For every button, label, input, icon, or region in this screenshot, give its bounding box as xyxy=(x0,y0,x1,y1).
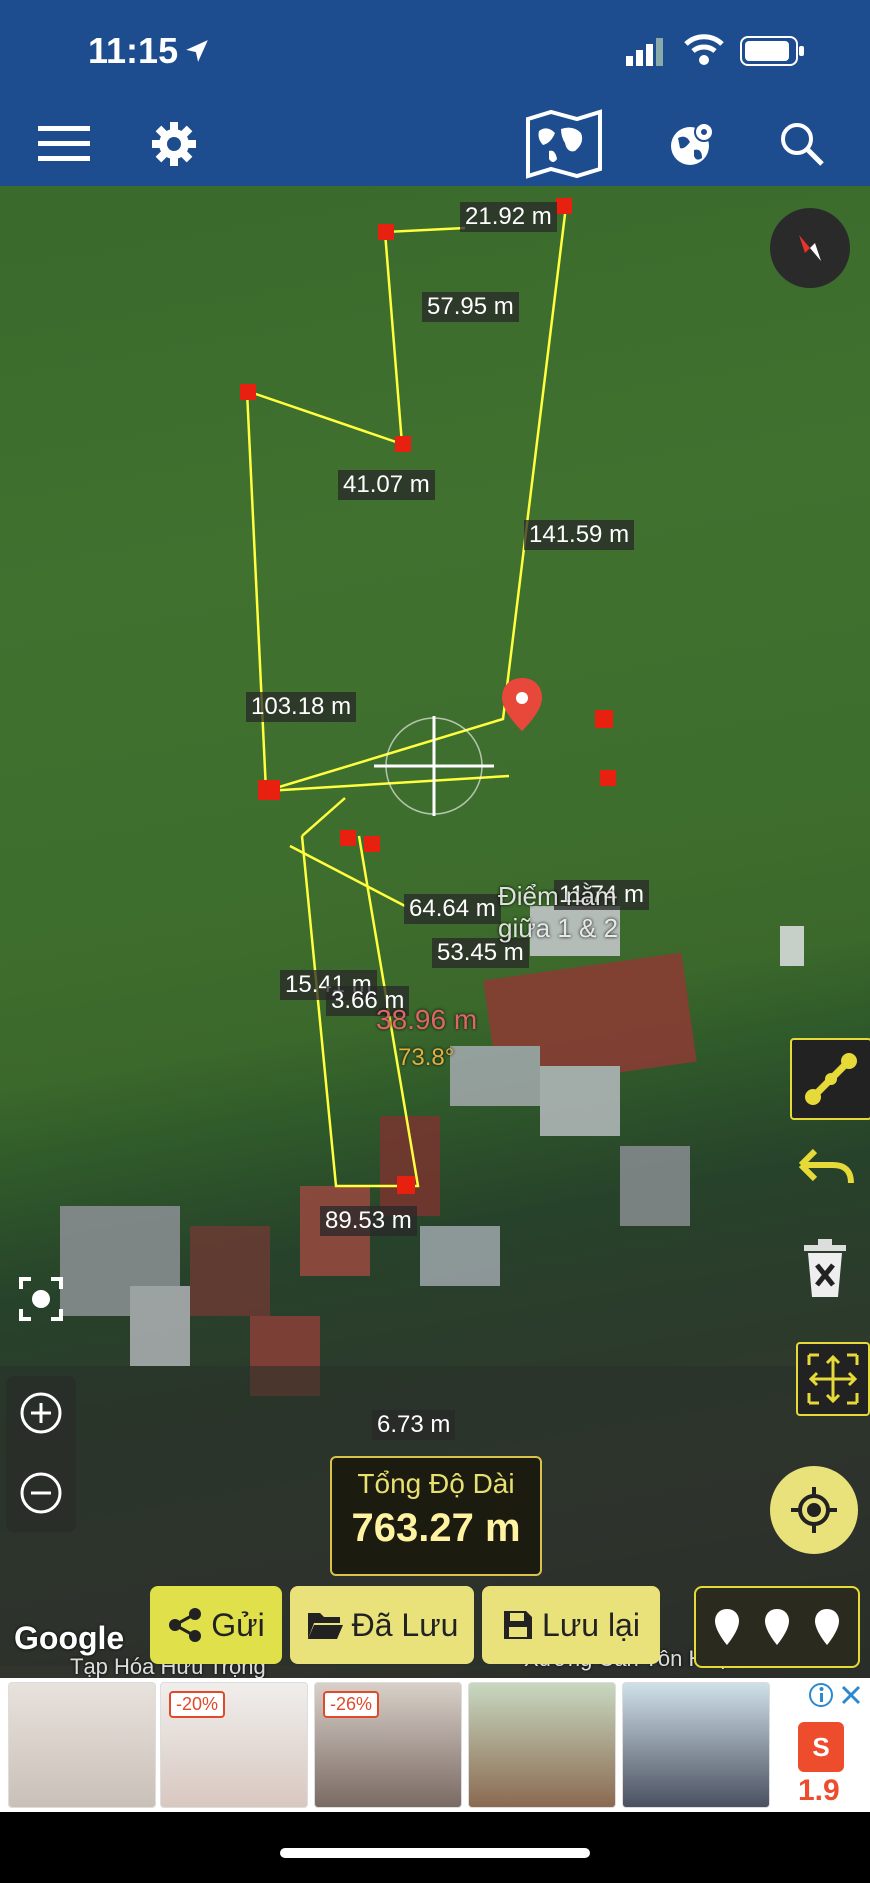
ad-banner[interactable]: -20% -26% S 1.9 xyxy=(0,1678,870,1812)
compass-button[interactable] xyxy=(770,208,850,288)
wifi-icon xyxy=(684,34,724,65)
segment-label: 21.92 m xyxy=(460,202,557,232)
saved-label: Đã Lưu xyxy=(351,1606,459,1643)
home-indicator-area xyxy=(0,1812,870,1883)
search-button[interactable] xyxy=(772,114,832,174)
my-location-button[interactable] xyxy=(770,1466,858,1554)
send-button[interactable]: Gửi xyxy=(150,1586,282,1664)
floppy-disk-icon xyxy=(504,1611,533,1639)
focus-frame-icon xyxy=(19,1277,63,1321)
undo-button[interactable] xyxy=(790,1134,860,1204)
share-icon xyxy=(169,1608,202,1642)
total-length-panel: Tổng Độ Dài 763.27 m xyxy=(330,1456,542,1576)
map-terrain xyxy=(0,198,870,1666)
ad-product-image[interactable] xyxy=(468,1682,616,1808)
plus-icon xyxy=(20,1392,62,1434)
points-button[interactable] xyxy=(694,1586,860,1668)
folder-icon xyxy=(307,1613,343,1639)
segment-label: 41.07 m xyxy=(338,470,435,500)
expand-arrows-icon xyxy=(807,1353,859,1405)
search-icon xyxy=(781,123,824,166)
segment-label: 89.53 m xyxy=(320,1206,417,1236)
discount-badge: -26% xyxy=(323,1691,380,1718)
undo-icon xyxy=(798,1148,854,1184)
signal-icon xyxy=(626,38,663,66)
world-map-icon xyxy=(526,109,602,179)
compass-icon xyxy=(799,235,821,261)
status-bar: 11:15 xyxy=(0,0,870,100)
live-angle-label: 73.8° xyxy=(398,1044,455,1071)
menu-button[interactable] xyxy=(34,114,94,174)
focus-button[interactable] xyxy=(6,1266,76,1332)
segment-label: 103.18 m xyxy=(246,692,357,722)
location-arrow-icon xyxy=(186,40,208,62)
globe-button[interactable] xyxy=(662,114,722,174)
trash-icon xyxy=(804,1239,846,1297)
saved-button[interactable]: Đã Lưu xyxy=(290,1586,474,1664)
zoom-in-button[interactable] xyxy=(6,1378,76,1448)
ad-close-icon[interactable] xyxy=(840,1684,862,1706)
zoom-out-button[interactable] xyxy=(6,1458,76,1528)
settings-button[interactable] xyxy=(144,114,204,174)
discount-badge: -20% xyxy=(169,1691,226,1718)
home-indicator[interactable] xyxy=(280,1848,590,1858)
segment-label: 57.95 m xyxy=(422,292,519,322)
hamburger-icon xyxy=(38,126,90,161)
fit-bounds-button[interactable] xyxy=(796,1342,870,1416)
top-toolbar xyxy=(0,100,870,186)
save-label: Lưu lại xyxy=(542,1606,640,1643)
minus-icon xyxy=(20,1472,62,1514)
crosshair-icon xyxy=(374,716,494,816)
location-pin-icon[interactable] xyxy=(502,678,542,731)
delete-button[interactable] xyxy=(790,1234,860,1304)
crosshair-location-icon xyxy=(791,1487,837,1533)
battery-icon xyxy=(740,36,804,66)
globe-pin-icon xyxy=(671,122,714,165)
ad-product-image[interactable]: -26% xyxy=(314,1682,462,1808)
map-type-button[interactable] xyxy=(524,108,604,180)
ad-product-image[interactable]: -20% xyxy=(160,1682,308,1808)
gear-icon xyxy=(152,122,196,166)
save-button[interactable]: Lưu lại xyxy=(482,1586,660,1664)
ad-product-image[interactable] xyxy=(622,1682,770,1808)
shopee-sale-logo: S xyxy=(798,1722,844,1772)
segment-label: 6.73 m xyxy=(372,1410,456,1440)
line-tool-icon xyxy=(805,1053,857,1105)
ad-info-icon[interactable] xyxy=(808,1682,834,1708)
status-time: 11:15 xyxy=(88,30,179,71)
line-mode-button[interactable] xyxy=(790,1038,870,1120)
pins-icon xyxy=(715,1609,839,1645)
total-length-value: 763.27 m xyxy=(351,1506,521,1550)
send-label: Gửi xyxy=(211,1606,265,1643)
sale-label: 1.9 xyxy=(798,1774,840,1807)
total-length-title: Tổng Độ Dài xyxy=(357,1468,515,1499)
satellite-map[interactable]: 21.92 m 57.95 m 41.07 m 141.59 m 103.18 … xyxy=(0,186,870,1678)
google-logo: Google xyxy=(14,1620,125,1656)
pin-label: Điểm nằm giữa 1 & 2 xyxy=(498,881,619,943)
live-distance-label: 38.96 m xyxy=(376,1004,478,1035)
segment-label: 141.59 m xyxy=(524,520,635,550)
segment-label: 64.64 m xyxy=(404,894,501,924)
ad-product-image[interactable] xyxy=(8,1682,156,1808)
